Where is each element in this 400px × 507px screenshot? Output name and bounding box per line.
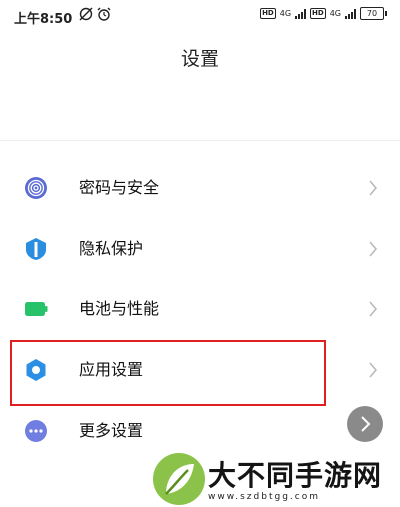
hd-icon: HD (310, 8, 326, 19)
data-saver-icon (79, 7, 93, 21)
shield-icon (26, 238, 46, 260)
watermark-url: www.szdbtgg.com (208, 492, 320, 502)
settings-item-battery-performance[interactable]: 电池与性能 (0, 281, 400, 337)
chevron-right-icon (361, 416, 371, 432)
status-bar: 上午8:50 HD 4G HD 4G 70 (0, 0, 400, 30)
settings-item-label: 更多设置 (79, 421, 144, 440)
fingerprint-icon (25, 177, 47, 199)
alarm-icon (97, 7, 111, 21)
signal-icon (345, 8, 356, 19)
battery-icon (25, 302, 48, 316)
settings-item-label: 隐私保护 (79, 239, 144, 258)
network-type-left: 4G (279, 9, 292, 18)
floating-next-button[interactable] (347, 406, 383, 442)
leaf-logo-icon (153, 453, 205, 505)
settings-item-label: 电池与性能 (79, 299, 160, 318)
settings-item-privacy[interactable]: 隐私保护 (0, 221, 400, 277)
hd-icon: HD (260, 8, 276, 19)
signal-icon (295, 8, 307, 19)
chevron-right-icon (369, 301, 377, 317)
battery-icon: 70 (360, 7, 387, 20)
network-type-right: 4G (329, 9, 341, 18)
divider (0, 140, 400, 141)
status-indicators: HD 4G HD 4G 70 (260, 7, 387, 20)
watermark: 大不同手游网 www.szdbtgg.com (152, 452, 398, 507)
highlight-box (10, 340, 326, 406)
settings-item-password-security[interactable]: 密码与安全 (0, 160, 400, 216)
settings-item-label: 密码与安全 (79, 178, 160, 197)
watermark-name: 大不同手游网 (208, 459, 383, 492)
chevron-right-icon (369, 362, 377, 378)
more-icon (25, 420, 47, 442)
settings-item-more-settings[interactable]: 更多设置 (0, 403, 400, 459)
status-time: 上午8:50 (14, 12, 73, 27)
page-title: 设置 (180, 48, 219, 70)
chevron-right-icon (369, 241, 377, 257)
chevron-right-icon (369, 180, 377, 196)
